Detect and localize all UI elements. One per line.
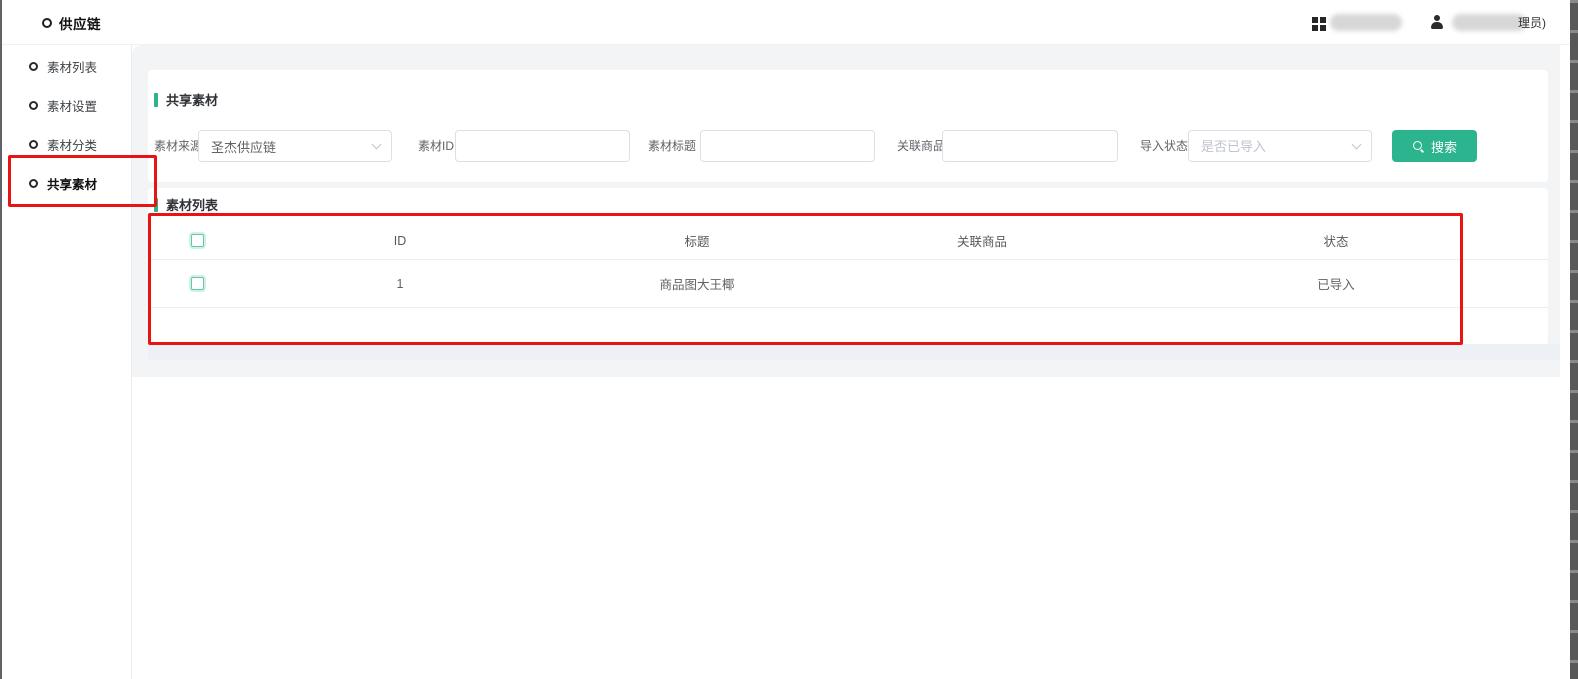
filter-section-title: 共享素材 xyxy=(148,70,1548,109)
cell-status: 已导入 xyxy=(1140,274,1532,293)
main-content-area: 共享素材 素材来源 素材ID 素材标题 关联商品 导入状态 xyxy=(132,45,1560,377)
cell-title: 商品图大王椰 xyxy=(570,274,824,293)
app-window: 供应链 理员) 素材列表 素材设置 素材分类 共享素材 xyxy=(0,0,1578,679)
user-role-suffix: 理员) xyxy=(1518,14,1546,31)
material-id-label: 素材ID xyxy=(418,130,454,162)
column-header-id: ID xyxy=(230,234,570,248)
material-table: ID 标题 关联商品 状态 1 商品图大王椰 已导入 xyxy=(148,222,1548,308)
redacted-workspace-name xyxy=(1330,14,1402,31)
sidebar-item-label: 素材列表 xyxy=(47,57,97,76)
circle-icon xyxy=(29,179,38,188)
material-title-label: 素材标题 xyxy=(648,130,696,162)
select-all-checkbox[interactable] xyxy=(191,234,204,247)
import-status-select[interactable] xyxy=(1188,130,1372,162)
table-row: 1 商品图大王椰 已导入 xyxy=(148,260,1548,308)
sidebar-item-label: 共享素材 xyxy=(47,174,97,193)
right-scrollbar-strip[interactable] xyxy=(1570,0,1578,679)
app-title: 供应链 xyxy=(59,13,101,33)
source-select-input[interactable] xyxy=(198,130,392,162)
related-product-label: 关联商品 xyxy=(897,130,945,162)
app-logo-circle-icon xyxy=(42,18,52,28)
import-status-select-input[interactable] xyxy=(1188,130,1372,162)
material-title-input[interactable] xyxy=(700,130,875,162)
green-accent-bar xyxy=(154,93,158,107)
row-checkbox-cell xyxy=(164,277,230,290)
table-header-row: ID 标题 关联商品 状态 xyxy=(148,222,1548,260)
window-left-edge xyxy=(0,0,2,679)
sidebar-item-material-list[interactable]: 素材列表 xyxy=(0,47,131,86)
pagination-strip xyxy=(148,344,1560,360)
search-icon xyxy=(1412,140,1425,153)
row-checkbox[interactable] xyxy=(191,277,204,290)
top-header: 供应链 理员) xyxy=(0,0,1570,45)
search-button-label: 搜索 xyxy=(1431,137,1457,156)
sidebar-item-material-category[interactable]: 素材分类 xyxy=(0,125,131,164)
sidebar: 素材列表 素材设置 素材分类 共享素材 xyxy=(0,45,132,679)
section-title-text: 素材列表 xyxy=(166,195,218,214)
header-right-cluster: 理员) xyxy=(1312,0,1546,45)
redacted-username xyxy=(1452,14,1526,31)
section-title-text: 共享素材 xyxy=(166,90,218,109)
sidebar-item-label: 素材设置 xyxy=(47,96,97,115)
search-button[interactable]: 搜索 xyxy=(1392,130,1477,162)
sidebar-item-label: 素材分类 xyxy=(47,135,97,154)
material-id-input[interactable] xyxy=(455,130,630,162)
apps-grid-icon[interactable] xyxy=(1312,17,1318,23)
header-checkbox-cell xyxy=(164,234,230,247)
import-status-label: 导入状态 xyxy=(1140,130,1188,162)
app-logo: 供应链 xyxy=(42,0,101,45)
sidebar-item-material-settings[interactable]: 素材设置 xyxy=(0,86,131,125)
source-label: 素材来源 xyxy=(154,130,202,162)
circle-icon xyxy=(29,101,38,110)
related-product-input[interactable] xyxy=(942,130,1118,162)
green-accent-bar xyxy=(154,198,158,212)
shared-material-filter-panel: 共享素材 素材来源 素材ID 素材标题 关联商品 导入状态 xyxy=(148,70,1548,182)
user-person-icon[interactable] xyxy=(1430,15,1444,30)
column-header-product: 关联商品 xyxy=(824,231,1140,250)
column-header-title: 标题 xyxy=(570,231,824,250)
column-header-status: 状态 xyxy=(1140,231,1532,250)
circle-icon xyxy=(29,62,38,71)
sidebar-item-shared-material[interactable]: 共享素材 xyxy=(0,164,131,203)
material-list-panel: 素材列表 ID 标题 关联商品 状态 1 商品图大王椰 xyxy=(148,188,1548,345)
source-select[interactable] xyxy=(198,130,392,162)
table-section-title: 素材列表 xyxy=(148,188,1548,214)
cell-id: 1 xyxy=(230,277,570,291)
circle-icon xyxy=(29,140,38,149)
filter-row: 素材来源 素材ID 素材标题 关联商品 导入状态 搜 xyxy=(148,130,1548,162)
